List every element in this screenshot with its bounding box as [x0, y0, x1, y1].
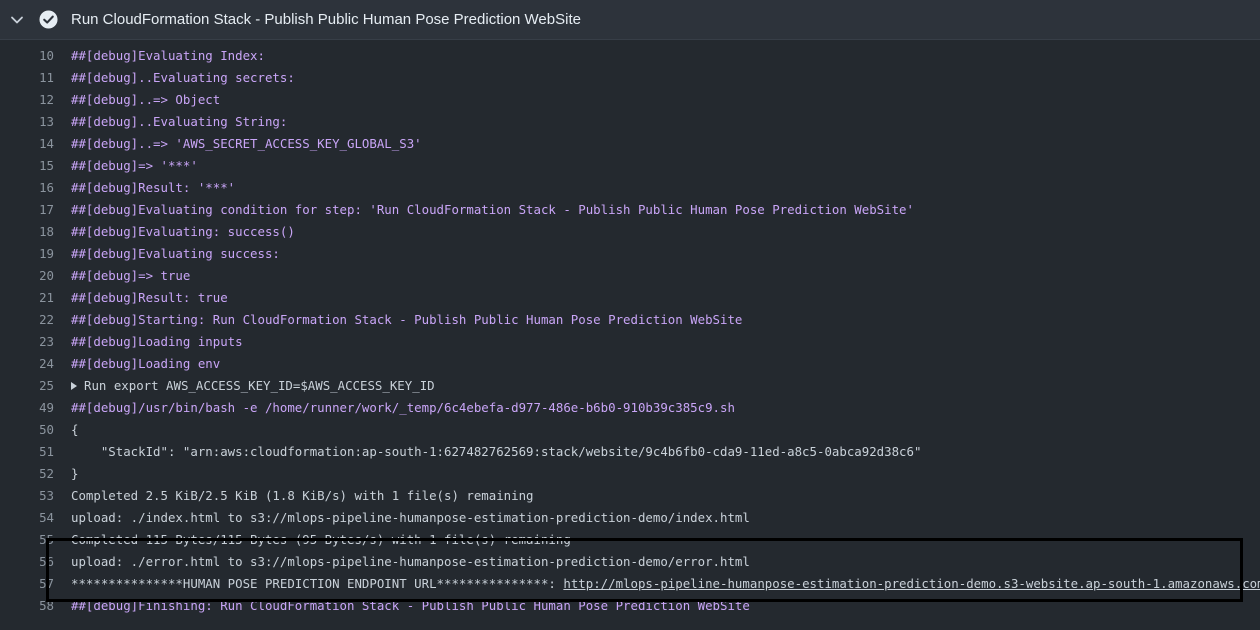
log-line: 19 ##[debug]Evaluating success:	[0, 243, 1260, 265]
log-line: 13 ##[debug]..Evaluating String:	[0, 111, 1260, 133]
log-text: Completed 2.5 KiB/2.5 KiB (1.8 KiB/s) wi…	[71, 488, 534, 503]
log-text: upload: ./index.html to s3://mlops-pipel…	[71, 510, 750, 525]
log-line: 14 ##[debug]..=> 'AWS_SECRET_ACCESS_KEY_G…	[0, 133, 1260, 155]
success-check-icon	[39, 10, 58, 29]
log-text: }	[71, 466, 79, 481]
line-number[interactable]: 49	[0, 397, 54, 419]
log-text: ##[debug]Result: '***'	[71, 180, 236, 195]
line-number[interactable]: 52	[0, 463, 54, 485]
log-text: ##[debug]Loading inputs	[71, 334, 243, 349]
line-number[interactable]: 11	[0, 67, 54, 89]
log-text: {	[71, 422, 79, 437]
line-number[interactable]: 58	[0, 595, 54, 617]
log-text: ##[debug]Evaluating: success()	[71, 224, 295, 239]
log-line: 18 ##[debug]Evaluating: success()	[0, 221, 1260, 243]
log-text: Completed 115 Bytes/115 Bytes (95 Bytes/…	[71, 532, 571, 547]
line-number[interactable]: 19	[0, 243, 54, 265]
log-text: ***************HUMAN POSE PREDICTION END…	[71, 573, 1260, 595]
log-line: 10 ##[debug]Evaluating Index:	[0, 45, 1260, 67]
log-text: ##[debug]..=> 'AWS_SECRET_ACCESS_KEY_GLO…	[71, 136, 422, 151]
line-number[interactable]: 14	[0, 133, 54, 155]
log-text: ##[debug]..=> Object	[71, 92, 221, 107]
log-text: ##[debug]Finishing: Run CloudFormation S…	[71, 598, 750, 613]
line-number[interactable]: 23	[0, 331, 54, 353]
line-number[interactable]: 56	[0, 551, 54, 573]
log-line: 55 Completed 115 Bytes/115 Bytes (95 Byte…	[0, 529, 1260, 551]
log-text: "StackId": "arn:aws:cloudformation:ap-so…	[71, 444, 922, 459]
log-line: 12 ##[debug]..=> Object	[0, 89, 1260, 111]
log-line: 22 ##[debug]Starting: Run CloudFormation …	[0, 309, 1260, 331]
log-text: ##[debug]Evaluating success:	[71, 246, 280, 261]
line-number[interactable]: 54	[0, 507, 54, 529]
line-number[interactable]: 20	[0, 265, 54, 287]
line-number[interactable]: 13	[0, 111, 54, 133]
line-number[interactable]: 21	[0, 287, 54, 309]
log-line[interactable]: 25 Run export AWS_ACCESS_KEY_ID=$AWS_ACCE…	[0, 375, 1260, 397]
log-line: 53 Completed 2.5 KiB/2.5 KiB (1.8 KiB/s) …	[0, 485, 1260, 507]
line-number[interactable]: 25	[0, 375, 54, 397]
line-number[interactable]: 51	[0, 441, 54, 463]
log-line: 11 ##[debug]..Evaluating secrets:	[0, 67, 1260, 89]
log-text: ##[debug]Evaluating condition for step: …	[71, 202, 914, 217]
line-number[interactable]: 24	[0, 353, 54, 375]
log-line: 50 {	[0, 419, 1260, 441]
log-line: 52}	[0, 463, 1260, 485]
log-line: 58 ##[debug]Finishing: Run CloudFormation…	[0, 595, 1260, 617]
log-line: 16 ##[debug]Result: '***'	[0, 177, 1260, 199]
line-number[interactable]: 50	[0, 419, 54, 441]
log-line: 49 ##[debug]/usr/bin/bash -e /home/runner…	[0, 397, 1260, 419]
expand-triangle-icon[interactable]	[71, 381, 77, 390]
log-text: ##[debug]Evaluating Index:	[71, 48, 265, 63]
line-number[interactable]: 12	[0, 89, 54, 111]
line-number[interactable]: 17	[0, 199, 54, 221]
line-number[interactable]: 15	[0, 155, 54, 177]
line-number[interactable]: 55	[0, 529, 54, 551]
log-line: 17 ##[debug]Evaluating condition for step…	[0, 199, 1260, 221]
log-text: ##[debug]Loading env	[71, 356, 221, 371]
log-line: 54 upload: ./index.html to s3://mlops-pip…	[0, 507, 1260, 529]
line-number[interactable]: 22	[0, 309, 54, 331]
log-text: ##[debug]=> '***'	[71, 158, 198, 173]
chevron-down-icon[interactable]	[10, 13, 24, 27]
log-line: 21 ##[debug]Result: true	[0, 287, 1260, 309]
step-title: Run CloudFormation Stack - Publish Publi…	[71, 11, 581, 28]
log-text: upload: ./error.html to s3://mlops-pipel…	[71, 554, 750, 569]
endpoint-url-link[interactable]: http://mlops-pipeline-humanpose-estimati…	[563, 576, 1260, 591]
log-line: 15 ##[debug]=> '***'	[0, 155, 1260, 177]
line-number[interactable]: 10	[0, 45, 54, 67]
log-text: ##[debug]=> true	[71, 268, 191, 283]
log-text: ##[debug]..Evaluating secrets:	[71, 70, 295, 85]
log-text: ##[debug]/usr/bin/bash -e /home/runner/w…	[71, 400, 735, 415]
log-line: 23 ##[debug]Loading inputs	[0, 331, 1260, 353]
log-line: 51 "StackId": "arn:aws:cloudformation:ap…	[0, 441, 1260, 463]
log-group-toggle[interactable]: Run export AWS_ACCESS_KEY_ID=$AWS_ACCESS…	[71, 375, 435, 397]
log-text: ##[debug]..Evaluating String:	[71, 114, 288, 129]
log-line: 20 ##[debug]=> true	[0, 265, 1260, 287]
log-line: 24 ##[debug]Loading env	[0, 353, 1260, 375]
line-number[interactable]: 18	[0, 221, 54, 243]
line-number[interactable]: 57	[0, 573, 54, 595]
log-text: ##[debug]Result: true	[71, 290, 228, 305]
line-number[interactable]: 16	[0, 177, 54, 199]
log-output: 10 ##[debug]Evaluating Index: 11 ##[debug].…	[0, 40, 1260, 630]
line-number[interactable]: 53	[0, 485, 54, 507]
log-line: 57 ***************HUMAN POSE PREDICTION E…	[0, 573, 1260, 595]
log-text: ##[debug]Starting: Run CloudFormation St…	[71, 312, 743, 327]
log-line: 56 upload: ./error.html to s3://mlops-pip…	[0, 551, 1260, 573]
step-header[interactable]: Run CloudFormation Stack - Publish Publi…	[0, 0, 1260, 40]
